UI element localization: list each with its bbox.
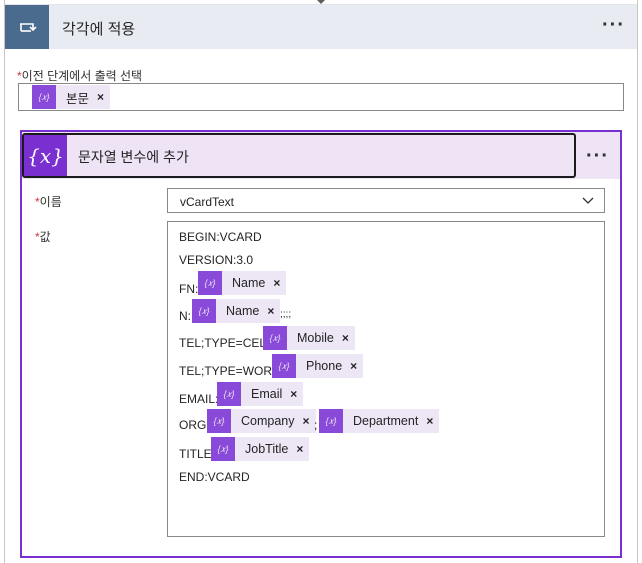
value-textarea[interactable]	[167, 221, 605, 537]
vcard-org-separator: ;	[314, 418, 318, 432]
vcard-email-prefix: EMAIL:	[179, 392, 219, 406]
token-company[interactable]: {𝑥} Company ×	[207, 409, 316, 433]
token-remove-icon[interactable]: ×	[350, 359, 363, 373]
token-label: 본문	[66, 91, 90, 106]
token-n-name[interactable]: {𝑥} Name ×	[192, 299, 281, 323]
expression-token-icon: {𝑥}	[211, 437, 235, 461]
expression-token-icon: {𝑥}	[192, 299, 216, 323]
token-mobile[interactable]: {𝑥} Mobile ×	[263, 326, 355, 350]
token-remove-icon[interactable]: ×	[342, 331, 355, 345]
token-label: Email	[251, 387, 283, 401]
token-remove-icon[interactable]: ×	[296, 442, 309, 456]
token-remove-icon[interactable]: ×	[273, 276, 286, 290]
vcard-org-prefix: ORG:	[179, 418, 210, 432]
token-remove-icon[interactable]: ×	[290, 387, 303, 401]
vcard-end-line: END:VCARD	[179, 470, 250, 484]
token-label: Name	[226, 304, 260, 318]
action-more-button[interactable]: ···	[586, 145, 609, 168]
token-remove-icon[interactable]: ×	[97, 90, 110, 104]
value-field-label-text: 값	[39, 230, 51, 244]
name-field-label-text: 이름	[39, 195, 62, 209]
expression-token-icon: {𝑥}	[207, 409, 231, 433]
token-label: Mobile	[297, 331, 334, 345]
append-to-string-variable-title: 문자열 변수에 추가	[78, 149, 189, 165]
vcard-version-line: VERSION:3.0	[179, 253, 254, 267]
vcard-tel-cell-prefix: TEL;TYPE=CELL:	[179, 336, 277, 350]
token-fn-name[interactable]: {𝑥} Name ×	[198, 271, 287, 295]
name-field-label: *이름	[35, 193, 62, 210]
token-label: Name	[232, 276, 266, 290]
token-label: Department	[353, 414, 419, 428]
vcard-begin-line: BEGIN:VCARD	[179, 230, 262, 244]
apply-to-each-title: 각각에 적용	[62, 21, 136, 38]
vcard-title-prefix: TITLE:	[179, 447, 216, 461]
header-more-button[interactable]: ···	[602, 14, 625, 37]
expression-token-icon: {𝑥}	[198, 271, 222, 295]
loop-field-label: *이전 단계에서 출력 선택	[17, 67, 142, 84]
expression-token-icon: {𝑥}	[263, 326, 287, 350]
token-body[interactable]: {𝑥} 본문 ×	[32, 85, 111, 109]
value-field-label: *값	[35, 228, 51, 245]
token-phone[interactable]: {𝑥} Phone ×	[272, 354, 364, 378]
token-jobtitle[interactable]: {𝑥} JobTitle ×	[211, 437, 310, 461]
variable-icon: {x}	[24, 135, 67, 176]
token-label: Phone	[306, 359, 343, 373]
loop-icon	[5, 5, 49, 49]
vcard-n-suffix: ;;;;	[280, 309, 292, 320]
variable-name-value: vCardText	[180, 195, 235, 209]
expression-token-icon: {𝑥}	[217, 382, 241, 406]
vcard-tel-work-prefix: TEL;TYPE=WORK:	[179, 364, 284, 378]
chevron-down-icon	[582, 197, 594, 204]
vcard-n-prefix: N:	[179, 309, 191, 323]
token-remove-icon[interactable]: ×	[267, 304, 280, 318]
token-department[interactable]: {𝑥} Department ×	[319, 409, 440, 433]
token-remove-icon[interactable]: ×	[426, 414, 439, 428]
loop-field-label-text: 이전 단계에서 출력 선택	[21, 69, 143, 83]
expression-token-icon: {𝑥}	[272, 354, 296, 378]
expression-token-icon: {𝑥}	[319, 409, 343, 433]
expression-token-icon: {𝑥}	[32, 85, 56, 109]
token-label: JobTitle	[245, 442, 289, 456]
variable-name-dropdown[interactable]: vCardText	[167, 188, 605, 213]
token-label: Company	[241, 414, 295, 428]
token-email[interactable]: {𝑥} Email ×	[217, 382, 304, 406]
vcard-fn-prefix: FN:	[179, 282, 199, 296]
apply-to-each-header[interactable]: 각각에 적용 ···	[5, 4, 637, 49]
